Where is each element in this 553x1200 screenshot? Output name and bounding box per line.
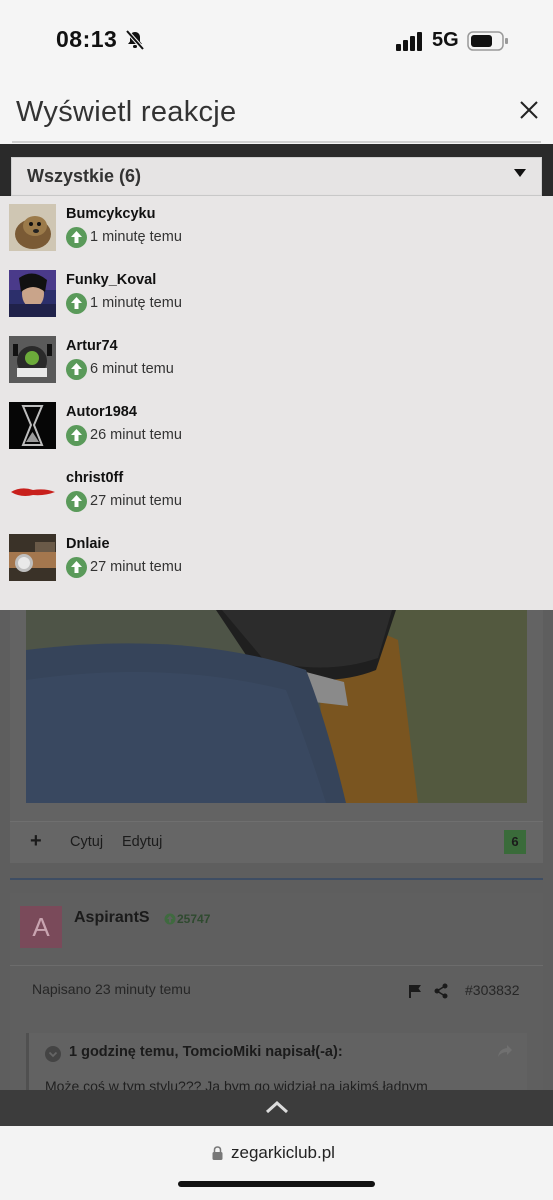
post-date: Napisano 23 minuty temu <box>32 981 191 997</box>
reaction-time: 6 minut temu <box>90 361 174 377</box>
reaction-user-name[interactable]: Dnlaie <box>66 536 110 552</box>
network-label: 5G <box>432 29 459 51</box>
add-reaction-button[interactable]: + <box>30 830 42 853</box>
reaction-row[interactable]: Bumcykcyku 1 minutę temu <box>0 196 553 262</box>
reaction-user-name[interactable]: christ0ff <box>66 470 123 486</box>
upvote-reaction-icon <box>66 227 87 248</box>
post-id-link[interactable]: #303832 <box>465 982 520 998</box>
caret-down-icon <box>514 169 526 177</box>
share-icon[interactable] <box>434 983 448 999</box>
battery-icon <box>467 31 508 51</box>
reaction-user-name[interactable]: Bumcykcyku <box>66 206 155 222</box>
user-avatar[interactable] <box>9 468 56 515</box>
bell-muted-icon <box>125 29 145 51</box>
post-separator <box>10 878 543 880</box>
chevron-up-icon <box>265 1100 289 1114</box>
upvote-reaction-icon <box>66 293 87 314</box>
flag-icon[interactable] <box>408 984 422 998</box>
reaction-row[interactable]: Dnlaie 27 minut temu <box>0 526 553 592</box>
quote-header: 1 godzinę temu, TomcioMiki napisał(-a): <box>69 1044 343 1060</box>
author-avatar[interactable]: A <box>20 906 62 948</box>
url-text[interactable]: zegarkiclub.pl <box>231 1143 335 1163</box>
user-avatar[interactable] <box>9 402 56 449</box>
reputation-count: 25747 <box>177 912 211 926</box>
reaction-row[interactable]: christ0ff 27 minut temu <box>0 460 553 526</box>
upvote-reaction-icon <box>66 359 87 380</box>
edit-button[interactable]: Edytuj <box>122 834 162 850</box>
reaction-time: 1 minutę temu <box>90 295 182 311</box>
reaction-time: 1 minutę temu <box>90 229 182 245</box>
author-name[interactable]: AspirantS <box>74 909 150 927</box>
reaction-user-name[interactable]: Autor1984 <box>66 404 137 420</box>
header-divider <box>12 141 541 143</box>
scroll-to-top-bar[interactable] <box>0 1090 553 1126</box>
signal-icon <box>396 32 422 51</box>
post-image-watch[interactable] <box>26 610 527 803</box>
reaction-time: 27 minut temu <box>90 493 182 509</box>
upvote-reaction-icon <box>66 425 87 446</box>
user-avatar[interactable] <box>9 270 56 317</box>
user-avatar[interactable] <box>9 534 56 581</box>
reaction-time: 27 minut temu <box>90 559 182 575</box>
close-icon[interactable] <box>514 95 544 125</box>
reaction-count-badge[interactable]: 6 <box>504 830 526 854</box>
reaction-filter-select[interactable]: Wszystkie (6) <box>11 157 542 196</box>
quote-link-icon[interactable] <box>497 1044 513 1058</box>
home-indicator[interactable] <box>178 1181 375 1187</box>
reaction-time: 26 minut temu <box>90 427 182 443</box>
user-avatar[interactable] <box>9 204 56 251</box>
reaction-user-name[interactable]: Artur74 <box>66 338 118 354</box>
filter-selected-value: Wszystkie (6) <box>27 166 142 186</box>
post-header-divider <box>10 965 543 966</box>
quote-button[interactable]: Cytuj <box>70 834 103 850</box>
post-actions-bar: + Cytuj Edytuj 6 <box>10 821 543 863</box>
modal-header: Wyświetl reakcje <box>0 80 553 144</box>
user-avatar[interactable] <box>9 336 56 383</box>
background-page: + Cytuj Edytuj 6 A AspirantS 25747 Napis… <box>0 610 553 1116</box>
lock-icon <box>212 1146 223 1160</box>
status-bar: 08:13 5G <box>0 0 553 80</box>
status-time: 08:13 <box>56 26 118 52</box>
chevron-down-icon[interactable] <box>45 1046 61 1062</box>
post-card: A AspirantS 25747 Napisano 23 minuty tem… <box>10 893 543 1116</box>
reaction-row[interactable]: Funky_Koval 1 minutę temu <box>0 262 553 328</box>
upvote-reaction-icon <box>66 557 87 578</box>
reputation-icon <box>164 913 176 925</box>
upvote-reaction-icon <box>66 491 87 512</box>
modal-title: Wyświetl reakcje <box>16 96 237 128</box>
browser-address-bar: zegarkiclub.pl <box>0 1126 553 1200</box>
reaction-row[interactable]: Autor1984 26 minut temu <box>0 394 553 460</box>
reaction-user-name[interactable]: Funky_Koval <box>66 272 156 288</box>
reaction-list: Bumcykcyku 1 minutę temu Funky_Koval 1 m… <box>0 196 553 610</box>
reaction-row[interactable]: Artur74 6 minut temu <box>0 328 553 394</box>
